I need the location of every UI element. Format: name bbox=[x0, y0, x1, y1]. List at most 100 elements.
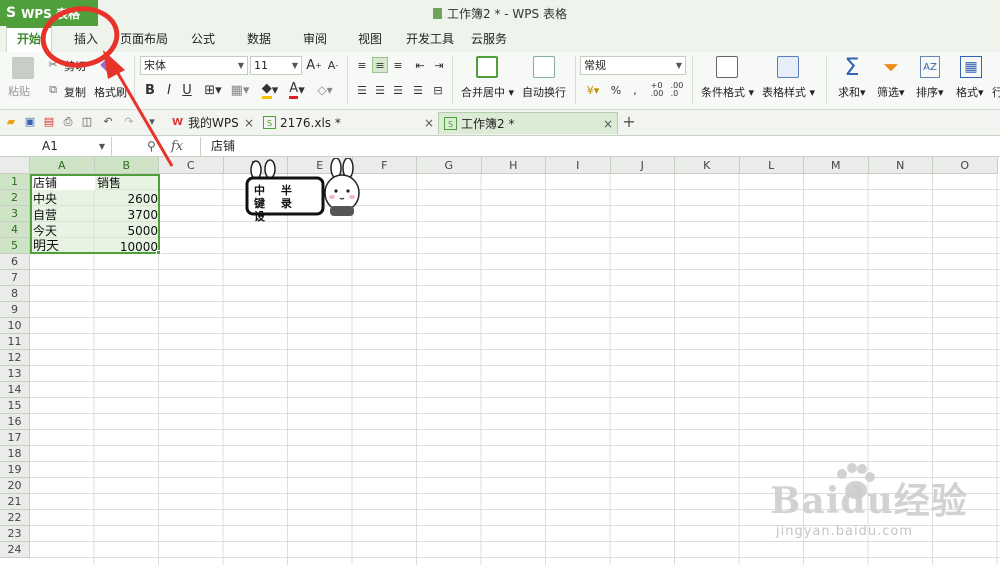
row-header-22[interactable]: 22 bbox=[0, 510, 30, 526]
print-preview-icon[interactable]: ◫ bbox=[80, 115, 94, 129]
tab-home[interactable]: 开始 bbox=[6, 26, 52, 52]
doc-tab-workbook2[interactable]: S 工作簿2 * × bbox=[438, 112, 618, 134]
row-header-16[interactable]: 16 bbox=[0, 414, 30, 430]
column-header-i[interactable]: I bbox=[546, 157, 611, 174]
copy-icon[interactable]: ⧉ bbox=[45, 82, 61, 98]
column-header-k[interactable]: K bbox=[675, 157, 740, 174]
italic-button[interactable]: I bbox=[162, 82, 176, 98]
close-icon[interactable]: × bbox=[603, 113, 613, 135]
wrap-text-icon[interactable] bbox=[533, 56, 555, 78]
redo-icon[interactable]: ↷ bbox=[122, 115, 136, 129]
row-header-2[interactable]: 2 bbox=[0, 190, 30, 206]
conditional-format-button[interactable]: 条件格式 ▾ bbox=[701, 84, 754, 100]
wrap-text-button[interactable]: 自动换行 bbox=[522, 84, 566, 100]
row-header-4[interactable]: 4 bbox=[0, 222, 30, 238]
paste-button[interactable]: 粘贴 bbox=[8, 83, 30, 99]
tab-view[interactable]: 视图 bbox=[347, 26, 393, 52]
select-all-corner[interactable] bbox=[0, 157, 30, 174]
tab-developer[interactable]: 开发工具 bbox=[402, 26, 458, 52]
percent-button[interactable]: % bbox=[609, 82, 623, 98]
row-header-23[interactable]: 23 bbox=[0, 526, 30, 542]
column-header-n[interactable]: N bbox=[868, 157, 933, 174]
column-header-b[interactable]: B bbox=[94, 157, 159, 174]
table-style-button[interactable]: 表格样式 ▾ bbox=[762, 84, 815, 100]
align-left-icon[interactable]: ☰ bbox=[354, 82, 370, 98]
tab-data[interactable]: 数据 bbox=[236, 26, 282, 52]
column-header-a[interactable]: A bbox=[30, 157, 95, 174]
decrease-decimal-icon[interactable]: .00.0 bbox=[668, 80, 686, 100]
align-top-icon[interactable]: ≡ bbox=[354, 57, 370, 73]
row-header-18[interactable]: 18 bbox=[0, 446, 30, 462]
column-header-j[interactable]: J bbox=[610, 157, 675, 174]
new-tab-icon[interactable]: + bbox=[622, 114, 636, 130]
doc-tab-2176[interactable]: S 2176.xls * × bbox=[258, 112, 438, 134]
row-header-8[interactable]: 8 bbox=[0, 286, 30, 302]
column-header-l[interactable]: L bbox=[739, 157, 804, 174]
row-header-14[interactable]: 14 bbox=[0, 382, 30, 398]
align-right-icon[interactable]: ☰ bbox=[390, 82, 406, 98]
merge-center-button[interactable]: 合并居中 ▾ bbox=[461, 84, 514, 100]
row-header-12[interactable]: 12 bbox=[0, 350, 30, 366]
sort-button[interactable]: 排序▾ bbox=[916, 84, 944, 100]
undo-icon[interactable]: ↶ bbox=[101, 115, 115, 129]
row-header-1[interactable]: 1 bbox=[0, 174, 30, 190]
zoom-icon[interactable]: ⚲ bbox=[147, 139, 156, 153]
tab-insert[interactable]: 插入 bbox=[60, 26, 112, 52]
format-painter-button[interactable]: 格式刷 bbox=[94, 84, 127, 100]
formula-input[interactable]: 店铺 bbox=[200, 137, 1000, 156]
sticker-image[interactable]: 中 半 键 录 设 bbox=[244, 157, 362, 223]
tab-formulas[interactable]: 公式 bbox=[180, 26, 226, 52]
print-icon[interactable]: ⎙ bbox=[61, 115, 75, 129]
align-bottom-icon[interactable]: ≡ bbox=[390, 57, 406, 73]
row-header-3[interactable]: 3 bbox=[0, 206, 30, 222]
row-header-13[interactable]: 13 bbox=[0, 366, 30, 382]
copy-button[interactable]: 复制 bbox=[64, 84, 86, 100]
row-header-9[interactable]: 9 bbox=[0, 302, 30, 318]
sum-button[interactable]: 求和▾ bbox=[838, 84, 866, 100]
save-icon[interactable]: ▣ bbox=[23, 115, 37, 129]
insert-function-button[interactable]: fx bbox=[171, 137, 183, 156]
column-header-h[interactable]: H bbox=[481, 157, 546, 174]
conditional-format-icon[interactable] bbox=[716, 56, 738, 78]
close-icon[interactable]: × bbox=[424, 112, 434, 134]
bold-button[interactable]: B bbox=[143, 82, 157, 98]
font-color-icon[interactable]: A ▾ bbox=[286, 81, 308, 99]
column-header-m[interactable]: M bbox=[804, 157, 869, 174]
distributed-icon[interactable]: ⊟ bbox=[429, 82, 447, 98]
cut-button[interactable]: 剪切 bbox=[64, 58, 86, 74]
decrease-indent-icon[interactable]: ⇤ bbox=[412, 57, 428, 73]
align-middle-icon[interactable]: ≡ bbox=[372, 57, 388, 73]
close-icon[interactable]: × bbox=[244, 112, 254, 134]
column-header-f[interactable]: F bbox=[352, 157, 417, 174]
grow-font-icon[interactable]: A + bbox=[306, 57, 322, 73]
row-header-6[interactable]: 6 bbox=[0, 254, 30, 270]
format-button[interactable]: 格式▾ bbox=[956, 84, 984, 100]
customize-toolbar-icon[interactable]: ▾ bbox=[145, 115, 159, 129]
fill-handle[interactable] bbox=[156, 250, 161, 255]
table-style-icon[interactable] bbox=[777, 56, 799, 78]
tab-cloud[interactable]: 云服务 bbox=[466, 26, 512, 52]
name-box[interactable]: A1 ▼ bbox=[0, 137, 112, 156]
number-format-select[interactable]: 常规 ▼ bbox=[580, 56, 686, 75]
doc-tab-my-wps[interactable]: W 我的WPS × bbox=[166, 112, 258, 134]
scissors-icon[interactable]: ✂ bbox=[45, 56, 61, 72]
shrink-font-icon[interactable]: A- bbox=[325, 57, 341, 73]
currency-icon[interactable]: ¥▾ bbox=[582, 82, 604, 98]
paste-icon[interactable] bbox=[12, 57, 34, 79]
rows-columns-button[interactable]: 行 bbox=[992, 84, 1000, 100]
tab-review[interactable]: 审阅 bbox=[292, 26, 338, 52]
row-header-5[interactable]: 5 bbox=[0, 238, 30, 254]
row-header-7[interactable]: 7 bbox=[0, 270, 30, 286]
sort-icon[interactable]: AZ bbox=[920, 56, 940, 78]
open-folder-icon[interactable]: ▰ bbox=[4, 115, 18, 129]
row-header-17[interactable]: 17 bbox=[0, 430, 30, 446]
font-name-select[interactable]: 宋体 ▼ bbox=[140, 56, 248, 75]
fill-color-icon[interactable]: ◆ ▾ bbox=[258, 81, 282, 99]
column-header-o[interactable]: O bbox=[933, 157, 998, 174]
increase-decimal-icon[interactable]: +0.00 bbox=[648, 80, 666, 100]
column-header-g[interactable]: G bbox=[417, 157, 482, 174]
underline-button[interactable]: U bbox=[180, 82, 194, 98]
sum-icon[interactable]: Σ bbox=[840, 53, 864, 81]
export-pdf-icon[interactable]: ▤ bbox=[42, 115, 56, 129]
thousands-icon[interactable]: , bbox=[628, 82, 642, 98]
